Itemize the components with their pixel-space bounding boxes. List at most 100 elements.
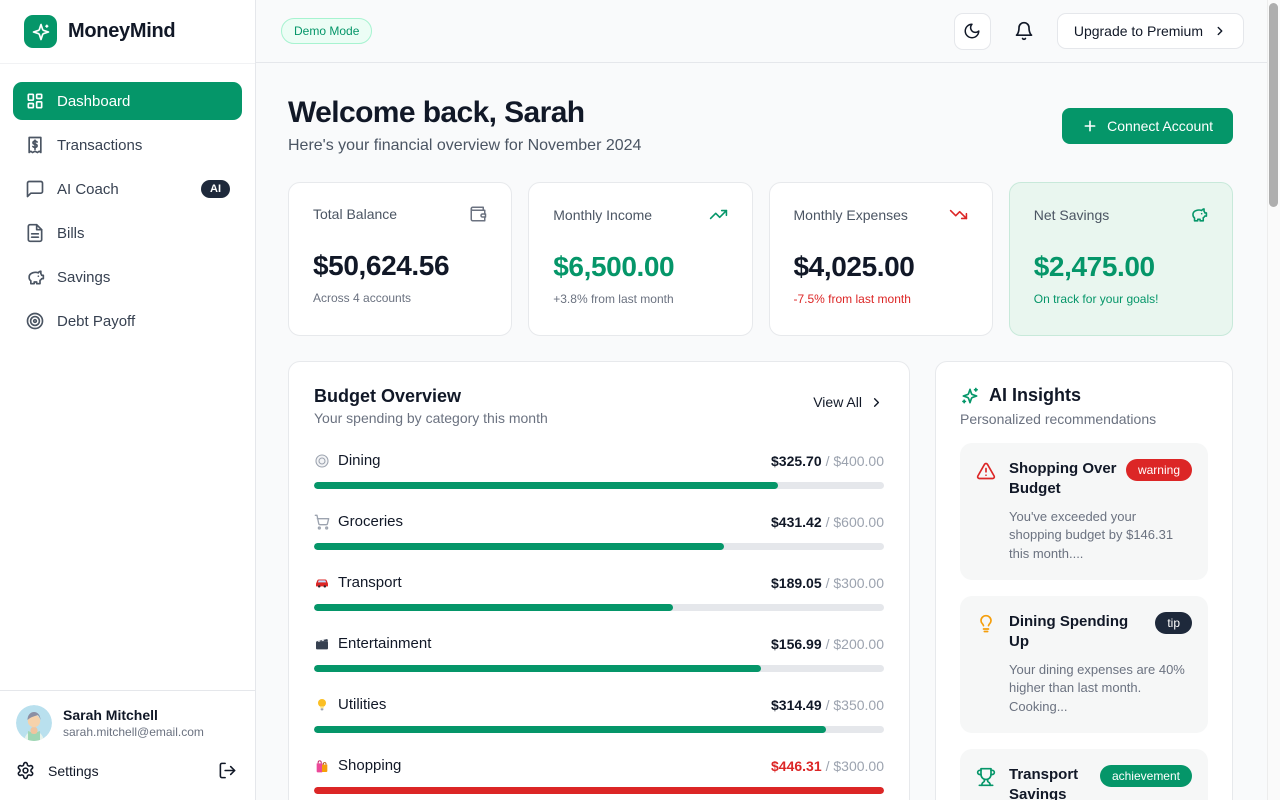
sidebar-item-label: AI Coach	[57, 181, 189, 198]
budget-progress-track	[314, 665, 884, 672]
budget-category-label: Utilities	[338, 696, 386, 713]
sidebar-item-bills[interactable]: Bills	[13, 214, 242, 252]
stat-card-total-balance: Total Balance $50,624.56 Across 4 accoun…	[288, 182, 512, 336]
warning-triangle-icon	[976, 459, 996, 564]
stat-label: Net Savings	[1034, 207, 1109, 223]
trophy-icon	[976, 765, 996, 800]
budget-row-transport: Transport $189.05/ $300.00	[314, 574, 884, 611]
budget-spent: $156.99	[771, 636, 822, 652]
settings-row: Settings	[0, 745, 255, 800]
budget-category-label: Dining	[338, 452, 381, 469]
stat-sub: On track for your goals!	[1034, 292, 1208, 306]
view-all-label: View All	[813, 394, 862, 410]
sidebar-item-label: Bills	[57, 225, 230, 242]
budget-category-label: Entertainment	[338, 635, 431, 652]
budget-cap: / $200.00	[826, 636, 884, 652]
sidebar-item-label: Transactions	[57, 137, 230, 154]
budget-category-label: Shopping	[338, 757, 401, 774]
bell-icon[interactable]	[1014, 21, 1034, 41]
upgrade-premium-button[interactable]: Upgrade to Premium	[1057, 13, 1244, 49]
stat-label: Monthly Income	[553, 207, 652, 223]
insight-card-shopping-over-budget[interactable]: Shopping Over Budget warning You've exce…	[960, 443, 1208, 580]
insight-title: Dining Spending Up	[1009, 612, 1147, 653]
budget-cap: / $300.00	[826, 575, 884, 591]
sidebar-item-dashboard[interactable]: Dashboard	[13, 82, 242, 120]
dining-icon	[314, 453, 330, 469]
budget-title: Budget Overview	[314, 386, 548, 407]
stat-sub: -7.5% from last month	[794, 292, 968, 306]
sidebar-item-label: Dashboard	[57, 93, 230, 110]
gear-icon[interactable]	[16, 761, 35, 780]
stat-label: Total Balance	[313, 206, 397, 222]
budget-progress-fill	[314, 604, 673, 611]
sidebar-item-transactions[interactable]: Transactions	[13, 126, 242, 164]
insight-title: Transport Savings	[1009, 765, 1092, 800]
target-icon	[25, 311, 45, 331]
document-icon	[25, 223, 45, 243]
transport-car-icon	[314, 575, 330, 591]
page-scrollbar-thumb[interactable]	[1269, 3, 1278, 207]
insights-title: AI Insights	[989, 385, 1081, 406]
stat-card-monthly-income: Monthly Income $6,500.00 +3.8% from last…	[528, 182, 752, 336]
sidebar-item-label: Savings	[57, 269, 230, 286]
sparkles-icon	[960, 386, 980, 406]
user-email: sarah.mitchell@email.com	[63, 725, 204, 739]
budget-cap: / $400.00	[826, 453, 884, 469]
sidebar-item-debt-payoff[interactable]: Debt Payoff	[13, 302, 242, 340]
insight-title: Shopping Over Budget	[1009, 459, 1118, 500]
budget-progress-fill	[314, 726, 826, 733]
moon-icon	[963, 22, 981, 40]
connect-account-button[interactable]: Connect Account	[1062, 108, 1233, 144]
shopping-bags-icon	[314, 758, 330, 774]
stat-value: $4,025.00	[794, 251, 968, 283]
piggy-bank-icon	[25, 267, 45, 287]
stat-sub: +3.8% from last month	[553, 292, 727, 306]
budget-cap: / $600.00	[826, 514, 884, 530]
logout-icon[interactable]	[218, 761, 237, 780]
lightbulb-icon	[976, 612, 996, 717]
insight-card-transport-savings[interactable]: Transport Savings achievement Great job!…	[960, 749, 1208, 800]
upgrade-label: Upgrade to Premium	[1074, 23, 1203, 39]
insight-badge: tip	[1155, 612, 1192, 634]
budget-spent: $446.31	[771, 758, 822, 774]
budget-row-dining: Dining $325.70/ $400.00	[314, 452, 884, 489]
stat-label: Monthly Expenses	[794, 207, 908, 223]
stat-value: $50,624.56	[313, 250, 487, 282]
wallet-icon	[469, 205, 487, 223]
sidebar-nav: Dashboard Transactions AI Coach AI Bills…	[0, 64, 255, 346]
sidebar-item-label: Debt Payoff	[57, 313, 230, 330]
stat-cards: Total Balance $50,624.56 Across 4 accoun…	[288, 182, 1233, 336]
budget-progress-fill	[314, 482, 778, 489]
budget-row-shopping: Shopping $446.31/ $300.00	[314, 757, 884, 794]
brand: MoneyMind	[0, 0, 255, 64]
piggy-bank-icon	[1189, 205, 1208, 224]
budget-cap: / $300.00	[826, 758, 884, 774]
budget-progress-fill	[314, 543, 724, 550]
budget-progress-track	[314, 604, 884, 611]
page-scrollbar-track[interactable]	[1267, 0, 1280, 800]
dark-mode-toggle[interactable]	[954, 13, 991, 50]
receipt-icon	[25, 135, 45, 155]
sidebar-item-savings[interactable]: Savings	[13, 258, 242, 296]
sidebar-item-ai-coach[interactable]: AI Coach AI	[13, 170, 242, 208]
budget-category-label: Groceries	[338, 513, 403, 530]
avatar	[16, 705, 52, 741]
page-subtitle: Here's your financial overview for Novem…	[288, 137, 641, 155]
insight-card-dining-spending-up[interactable]: Dining Spending Up tip Your dining expen…	[960, 596, 1208, 733]
budget-progress-fill	[314, 665, 761, 672]
insight-description: You've exceeded your shopping budget by …	[1009, 508, 1192, 565]
settings-label[interactable]: Settings	[48, 763, 205, 779]
view-all-link[interactable]: View All	[813, 394, 884, 410]
entertainment-clapper-icon	[314, 636, 330, 652]
demo-mode-badge: Demo Mode	[281, 18, 372, 44]
dashboard-grid-icon	[25, 91, 45, 111]
budget-progress-track	[314, 543, 884, 550]
budget-spent: $431.42	[771, 514, 822, 530]
stat-card-net-savings: Net Savings $2,475.00 On track for your …	[1009, 182, 1233, 336]
ai-badge: AI	[201, 180, 230, 198]
brand-name: MoneyMind	[68, 20, 175, 43]
page-title: Welcome back, Sarah	[288, 96, 641, 130]
chevron-right-icon	[869, 395, 884, 410]
groceries-cart-icon	[314, 514, 330, 530]
user-profile[interactable]: Sarah Mitchell sarah.mitchell@email.com	[0, 690, 255, 745]
